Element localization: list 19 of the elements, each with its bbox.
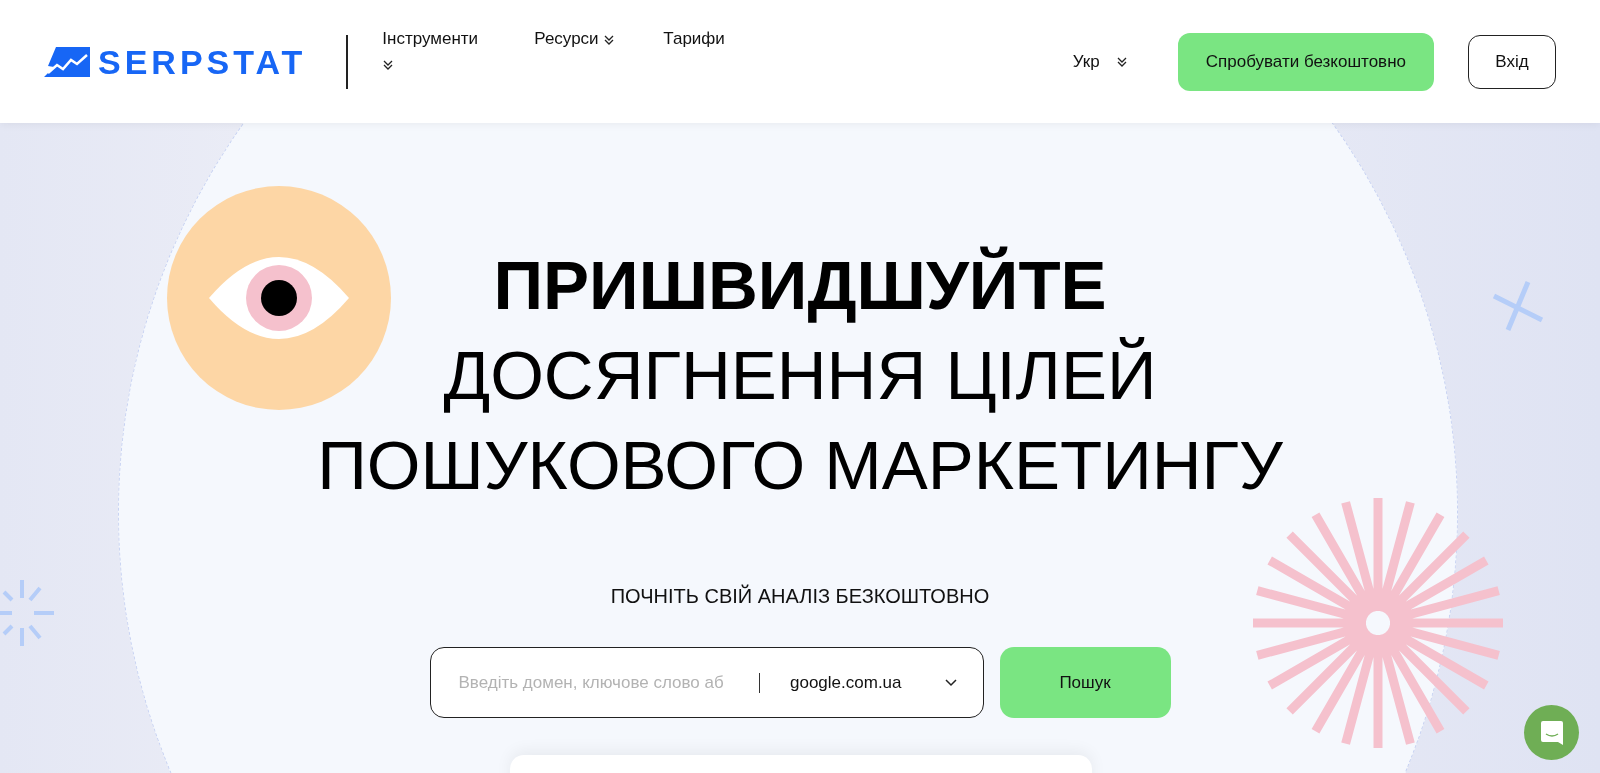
chat-icon (1539, 719, 1564, 746)
hero-title-line: ДОСЯГНЕННЯ ЦІЛЕЙ (443, 336, 1157, 416)
logo-text: SERPSTAT (98, 44, 307, 79)
sparkle-icon (0, 578, 56, 648)
nav-link[interactable]: Інструменти (382, 26, 487, 77)
hero-subtitle: ПОЧНІТЬ СВІЙ АНАЛІЗ БЕЗКОШТОВНО (609, 583, 991, 609)
nav-link[interactable]: Ресурси (534, 26, 616, 52)
search-button[interactable]: Пошук (999, 647, 1171, 718)
hero-title-line: ПОШУКОВОГО МАРКЕТИНГУ (317, 426, 1283, 506)
logo-icon (44, 46, 90, 77)
language-selector[interactable]: Укр (1072, 48, 1128, 75)
search-field[interactable]: Введіть домен, ключове слово аб google.com.ua (429, 647, 984, 718)
free-trial-button[interactable]: Спробувати безкоштовно (1177, 32, 1434, 91)
login-button[interactable]: Вхід (1468, 34, 1556, 89)
search-engine-select[interactable]: google.com.ua (790, 669, 945, 696)
chevron-down-icon (944, 678, 957, 687)
nav-link[interactable]: Тарифи (663, 26, 725, 52)
cross-icon (1490, 278, 1546, 334)
hero-title-line: ПРИШВИДШУЙТЕ (493, 245, 1107, 326)
